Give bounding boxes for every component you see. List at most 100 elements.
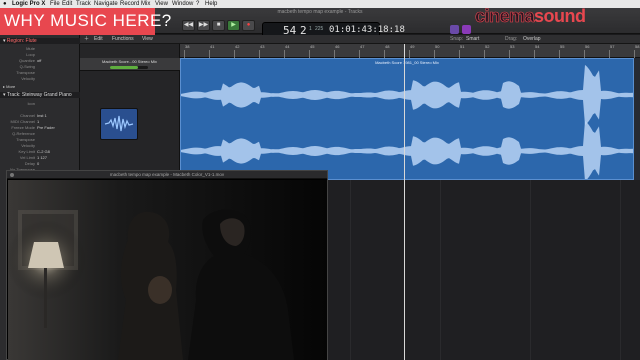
menu-navigate[interactable]: Navigate [94, 0, 118, 8]
waveform-channel [181, 65, 633, 126]
menu-record[interactable]: Record [120, 0, 139, 8]
menu-view-local[interactable]: View [142, 35, 153, 44]
grid-line [440, 180, 441, 360]
inspector-row[interactable]: Freeze Mode Pre Fader [0, 125, 80, 130]
inspector-row[interactable]: Vel Limit 1 127 [0, 155, 80, 160]
add-track-icon[interactable]: ＋ [84, 35, 89, 44]
ruler-tick-label: 48 [385, 44, 390, 49]
movie-window[interactable]: macbeth tempo map example - Macbeth Colo… [6, 170, 328, 360]
arrange-area[interactable]: Macbeth Score 1981_00 Stereo Mix [180, 58, 640, 180]
ruler-tick-label: 47 [360, 44, 365, 49]
inspector-row[interactable]: Transpose [0, 137, 80, 142]
movie-scene-image [8, 180, 327, 360]
inspector-row-key: Loop [26, 52, 35, 57]
inspector-row-key: Delay [24, 161, 35, 166]
ruler-tick [459, 50, 460, 58]
inspector-row-key: MIDI Channel [10, 119, 35, 124]
bar-ruler[interactable]: 38 41 42 43 44 45 46 47 48 49 50 51 52 53 54 55 56 57 58 [180, 44, 640, 58]
fast-forward-button[interactable]: ▶▶ [197, 20, 210, 31]
track-name[interactable]: Macbeth Score...00 Stereo Mix [102, 59, 157, 64]
inspector-row-key: Transpose [16, 70, 35, 75]
ruler-tick-label: 53 [510, 44, 515, 49]
inspector-row-value: off [37, 58, 42, 63]
ruler-tick [209, 50, 210, 58]
lcd-timecode: 01:01:43:18:18 [329, 25, 405, 35]
inspector-row-key: Velocity [21, 143, 35, 148]
rewind-icon: ◀◀ [183, 22, 194, 28]
inspector-row[interactable]: Q-Reference [0, 131, 80, 136]
menu-track[interactable]: Track [76, 0, 91, 8]
play-icon: ▶ [231, 22, 236, 28]
ruler-tick [284, 50, 285, 58]
inspector-row[interactable]: Key Limit C-2 G8 [0, 149, 80, 154]
inspector-row-value: Pre Fader [37, 125, 55, 130]
lcd-div: 1 [309, 26, 312, 32]
ruler-tick-label: 57 [610, 44, 615, 49]
menu-mix[interactable]: Mix [141, 0, 150, 8]
inspector-row[interactable]: Icon [0, 101, 80, 106]
movie-titlebar[interactable]: macbeth tempo map example - Macbeth Colo… [7, 171, 327, 179]
inspector-row-key: Q-Reference [12, 131, 35, 136]
playhead[interactable] [404, 44, 405, 360]
menu-functions-local[interactable]: Functions [112, 35, 134, 44]
ruler-tick-label: 54 [535, 44, 540, 49]
play-button[interactable]: ▶ [227, 20, 240, 31]
more-toggle[interactable]: ▸ More [0, 84, 80, 89]
drag-select[interactable]: Overlap [523, 35, 541, 44]
inspector-row[interactable]: Velocity [0, 143, 80, 148]
audio-region[interactable]: Macbeth Score 1981_00 Stereo Mix [180, 58, 634, 180]
inspector-row-key: Mute [26, 46, 35, 51]
track-header[interactable]: Macbeth Score...00 Stereo Mix [80, 58, 180, 71]
grid-line [620, 180, 621, 360]
ruler-tick [609, 50, 610, 58]
menu-question[interactable]: ? [196, 0, 199, 8]
inspector-row-value: 1 [37, 119, 40, 124]
stop-icon: ■ [216, 22, 221, 28]
inspector-row[interactable]: MIDI Channel 1 [0, 119, 80, 124]
menu-view[interactable]: View [155, 0, 168, 8]
inspector-row[interactable]: Quantize off [0, 58, 80, 63]
ruler-tick [184, 50, 185, 58]
inspector-row[interactable]: Channel Inst 1 [0, 113, 80, 118]
ruler-tick-label: 44 [285, 44, 290, 49]
menu-app[interactable]: Logic Pro X [12, 0, 45, 8]
inspector-row-key: Quantize [18, 58, 35, 63]
apple-icon[interactable]: ● [3, 0, 7, 8]
inspector-row[interactable]: Transpose [0, 70, 80, 75]
region-inspector-header[interactable]: ▾ Region: Flute [0, 38, 80, 44]
menu-edit-local[interactable]: Edit [94, 35, 103, 44]
banner-text: WHY MUSIC HERE? [4, 11, 172, 30]
inspector-row[interactable]: Q-Swing [0, 64, 80, 69]
movie-title: macbeth tempo map example - Macbeth Colo… [109, 172, 225, 177]
menu-edit[interactable]: Edit [62, 0, 72, 8]
count-in-button[interactable] [462, 25, 471, 34]
inspector-row[interactable]: Velocity [0, 76, 80, 81]
snap-label: Snap: [450, 36, 464, 42]
track-volume-fader[interactable] [110, 66, 148, 69]
menu-help[interactable]: Help [205, 0, 217, 8]
record-icon: ● [246, 22, 251, 28]
lcd-tick: 225 [315, 26, 324, 32]
track-inspector-header[interactable]: ▾ Track: Steinway Grand Piano [0, 92, 80, 98]
menu-file[interactable]: File [50, 0, 60, 8]
tuner-button[interactable] [450, 25, 459, 34]
inspector-row-key: Velocity [21, 76, 35, 81]
grid-line [350, 180, 351, 360]
ruler-tick [384, 50, 385, 58]
inspector-row-value: 0 [37, 161, 40, 166]
ruler-tick [559, 50, 560, 58]
inspector-row[interactable]: Mute [0, 46, 80, 51]
inspector-row-value: 1 127 [37, 155, 48, 160]
region-waveform [181, 65, 633, 179]
inspector-row[interactable]: Loop [0, 52, 80, 57]
inspector-row[interactable]: Delay 0 [0, 161, 80, 166]
stop-button[interactable]: ■ [212, 20, 225, 31]
title-banner: WHY MUSIC HERE? [0, 8, 171, 35]
ruler-tick [309, 50, 310, 58]
menu-window[interactable]: Window [172, 0, 193, 8]
inspector-row-key: Key Limit [18, 149, 35, 154]
record-button[interactable]: ● [242, 20, 255, 31]
rewind-button[interactable]: ◀◀ [182, 20, 195, 31]
ruler-tick [634, 50, 635, 58]
snap-select[interactable]: Smart [466, 35, 479, 44]
